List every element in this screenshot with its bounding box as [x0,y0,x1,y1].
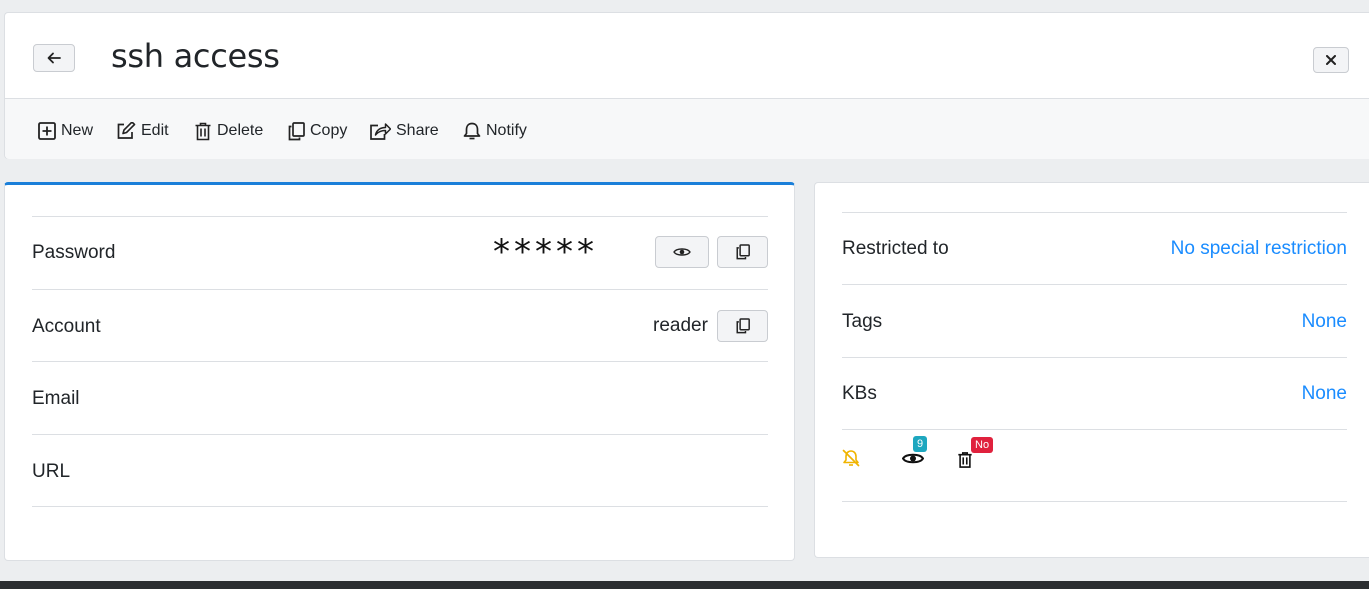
deleted-badge: No [971,437,994,453]
plus-square-icon [38,122,56,140]
divider [842,357,1347,358]
page-title: ssh access [111,37,280,75]
copy-label: Copy [310,122,348,139]
divider [32,434,768,435]
trash-icon [958,452,972,468]
tags-label: Tags [842,311,883,332]
back-button[interactable] [33,44,75,72]
account-label: Account [32,316,101,337]
kbs-link[interactable]: None [1302,383,1347,405]
share-label: Share [396,122,439,139]
url-label: URL [32,461,71,482]
eye-icon [673,248,691,256]
edit-button[interactable]: Edit [116,119,169,143]
restriction-link[interactable]: No special restriction [1171,238,1347,260]
password-mask: ***** [493,232,598,272]
views-count-badge: 9 [913,436,928,452]
password-label: Password [32,242,116,263]
reveal-password-button[interactable] [655,236,709,268]
divider [842,501,1347,502]
email-label: Email [32,388,80,409]
delete-label: Delete [217,122,264,139]
close-icon [1326,55,1336,65]
kbs-label: KBs [842,383,877,404]
restricted-label: Restricted to [842,238,949,259]
edit-icon [117,122,136,139]
copy-icon [735,244,750,260]
new-button[interactable]: New [38,119,93,143]
copy-account-button[interactable] [717,310,768,342]
divider [32,361,768,362]
divider [842,429,1347,430]
metadata-card: Restricted to No special restriction Tag… [814,182,1369,558]
bell-icon [463,122,481,139]
divider [842,212,1347,213]
action-toolbar: New Edit Delete Copy Share Notify [5,99,1369,159]
credentials-card: Password ***** Account reader Email URL [4,182,795,561]
tags-link[interactable]: None [1302,311,1347,333]
divider [32,289,768,290]
divider [32,506,768,507]
views-eye-icon [902,453,924,464]
delete-button[interactable]: Delete [194,119,263,143]
close-button[interactable] [1313,47,1349,73]
share-button[interactable]: Share [369,119,439,143]
copy-button[interactable]: Copy [288,119,347,143]
arrow-left-icon [47,52,61,64]
bell-slash-icon[interactable] [841,448,861,468]
item-header: ssh access New Edit Delete Copy Share No… [4,12,1369,159]
share-icon [370,122,391,140]
footer-bar [0,581,1369,589]
edit-label: Edit [141,122,169,139]
new-label: New [61,122,94,139]
copy-icon [288,121,305,140]
trash-icon [195,122,211,140]
notify-button[interactable]: Notify [463,119,527,143]
divider [32,216,768,217]
notify-label: Notify [486,122,527,139]
copy-icon [735,318,750,334]
copy-password-button[interactable] [717,236,768,268]
divider [842,284,1347,285]
title-row: ssh access [5,13,1369,99]
account-value: reader [653,315,708,336]
